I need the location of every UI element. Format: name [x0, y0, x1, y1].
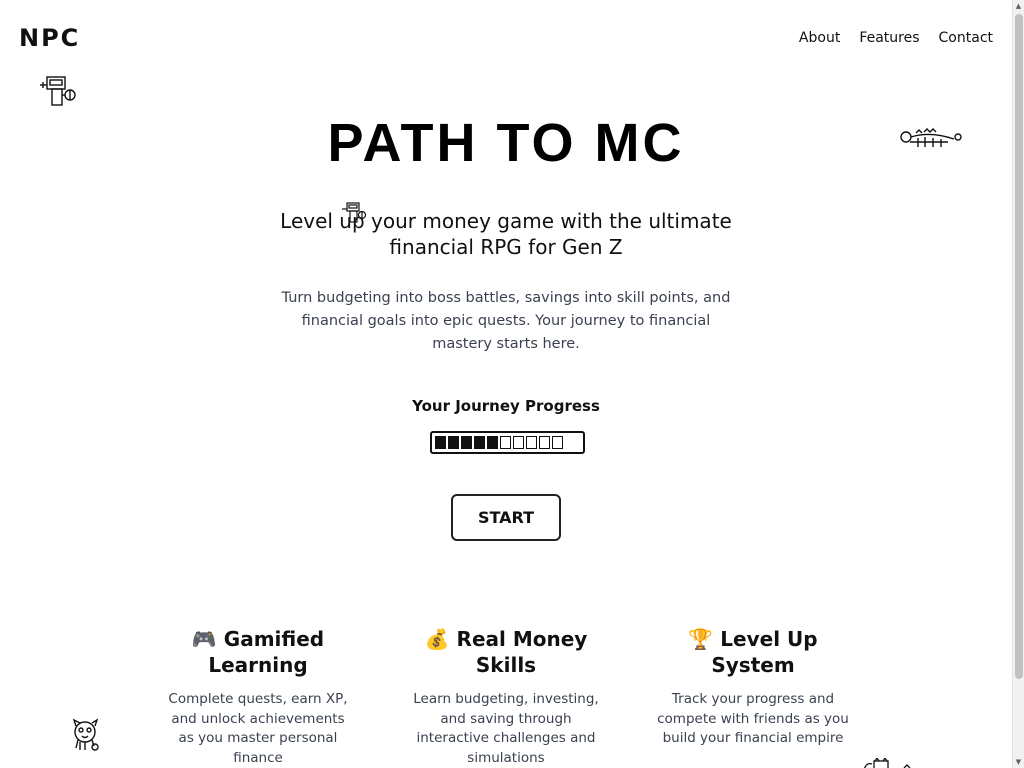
progress-segment-empty [539, 436, 550, 449]
progress-segment-empty [552, 436, 563, 449]
page-scrollbar[interactable]: ▲ ▼ [1012, 0, 1024, 768]
feature-title-text: Level Up System [711, 627, 818, 677]
feature-title: 🏆 Level Up System [656, 626, 850, 678]
hero-title: PATH TO MC [327, 113, 685, 173]
progress-segment-empty [500, 436, 511, 449]
progress-segment-filled [435, 436, 446, 449]
owl-doodle-icon [70, 718, 102, 752]
progress-segment-filled [448, 436, 459, 449]
scroll-thumb[interactable] [1015, 14, 1023, 679]
feature-title: 🎮 Gamified Learning [162, 626, 354, 678]
money-bag-icon: 💰 [424, 627, 450, 651]
hero-description: Turn budgeting into boss battles, saving… [281, 290, 731, 352]
feature-description: Complete quests, earn XP, and unlock ach… [168, 691, 348, 766]
trophy-icon: 🏆 [688, 627, 714, 651]
nav-features-link[interactable]: Features [859, 30, 919, 46]
cat-doodle-icon [862, 758, 912, 768]
progress-segment-filled [461, 436, 472, 449]
feature-card-level-up-system: 🏆 Level Up System Track your progress an… [656, 626, 850, 749]
game-controller-icon: 🎮 [191, 627, 217, 651]
nav-contact-link[interactable]: Contact [939, 30, 993, 46]
journey-progress-bar [430, 431, 585, 454]
scroll-up-arrow-icon[interactable]: ▲ [1013, 0, 1024, 12]
feature-title-text: Real Money Skills [456, 627, 588, 677]
feature-title: 💰 Real Money Skills [410, 626, 602, 678]
feature-description: Learn budgeting, investing, and saving t… [413, 691, 599, 766]
progress-segment-empty [513, 436, 524, 449]
progress-segment-filled [474, 436, 485, 449]
top-nav: About Features Contact [799, 30, 993, 46]
progress-segment-empty [526, 436, 537, 449]
landing-page: NPC About Features Contact PATH TO MC Le… [0, 0, 1024, 768]
logo[interactable]: NPC [19, 24, 80, 52]
feature-card-gamified-learning: 🎮 Gamified Learning Complete quests, ear… [162, 626, 354, 768]
feature-card-real-money-skills: 💰 Real Money Skills Learn budgeting, inv… [410, 626, 602, 768]
progress-label: Your Journey Progress [412, 397, 600, 415]
feature-title-text: Gamified Learning [208, 627, 325, 677]
hero-subtitle: Level up your money game with the ultima… [280, 209, 732, 259]
start-button[interactable]: START [451, 494, 561, 541]
progress-segment-filled [487, 436, 498, 449]
scroll-down-arrow-icon[interactable]: ▼ [1013, 756, 1024, 768]
robot-doodle-icon [40, 75, 78, 107]
feature-description: Track your progress and compete with fri… [657, 691, 849, 746]
nav-about-link[interactable]: About [799, 30, 840, 46]
